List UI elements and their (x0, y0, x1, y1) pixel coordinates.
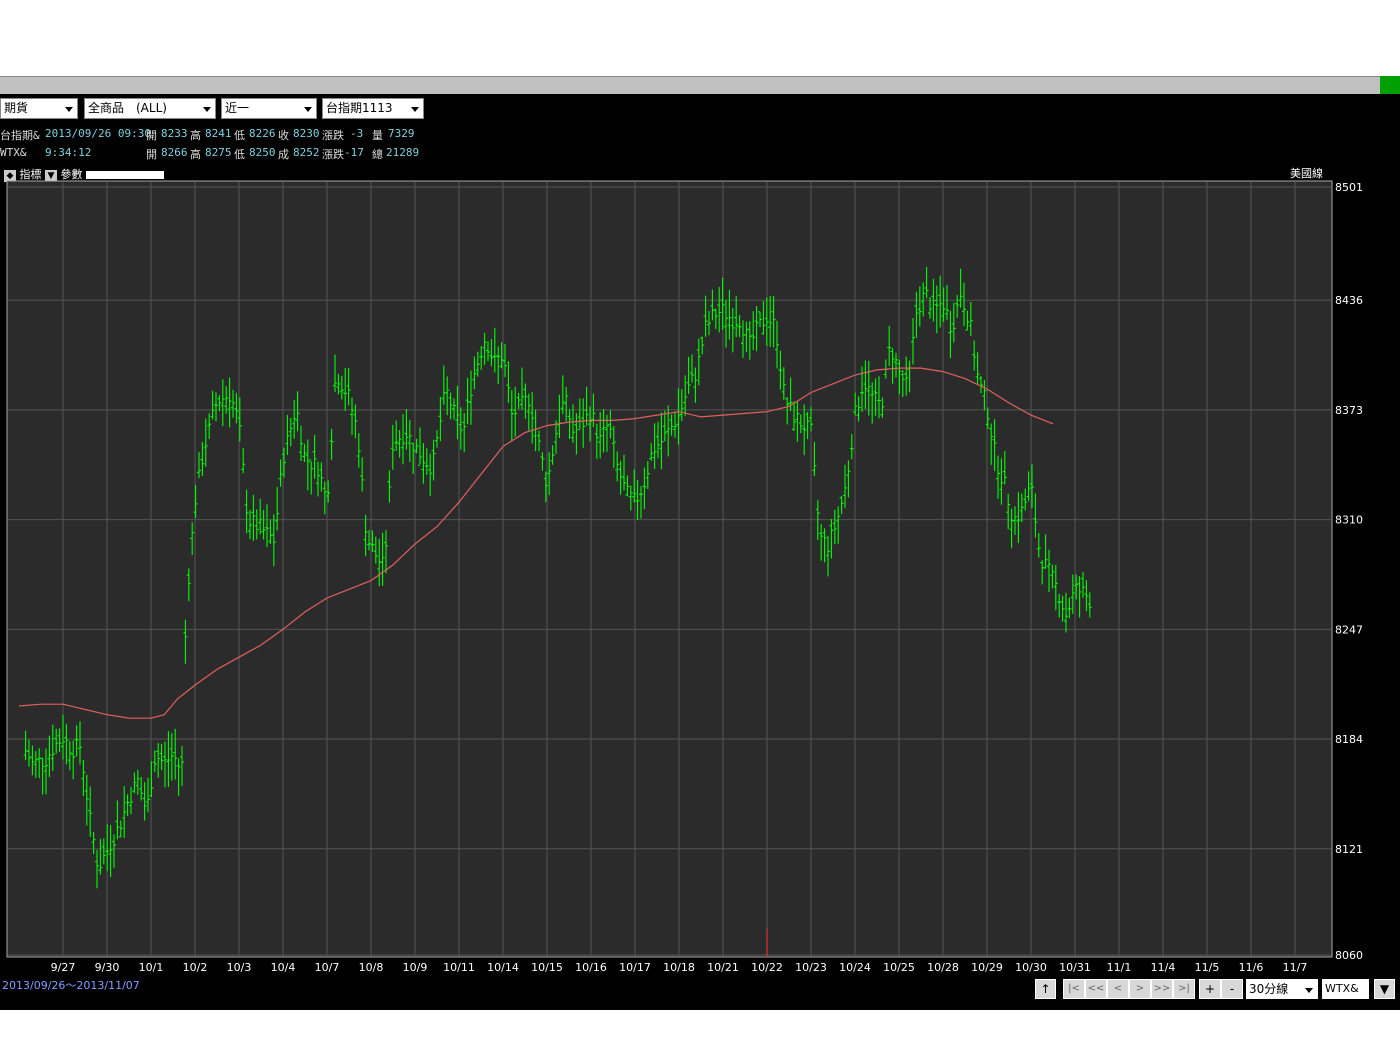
chart-style-label: 美國線 (1290, 166, 1323, 180)
x-tick-label: 10/4 (271, 961, 296, 974)
x-tick-label: 10/23 (795, 961, 827, 974)
x-tick-label: 10/8 (359, 961, 384, 974)
x-tick-label: 11/1 (1107, 961, 1132, 974)
y-tick-label: 8310 (1335, 514, 1363, 527)
x-axis-labels: 9/27 9/30 10/1 10/2 10/3 10/4 10/7 10/8 10/9 10/1… (51, 961, 1308, 974)
window-title-bar (0, 76, 1400, 95)
x-tick-label: 11/6 (1239, 961, 1264, 974)
x-tick-label: 9/27 (51, 961, 76, 974)
x-tick-label: 10/1 (139, 961, 164, 974)
ohlc-chart: 8501 8436 8373 8310 8247 8184 8121 8060 9/27 9/3… (2, 166, 1363, 992)
prev-page-button[interactable]: << (1085, 979, 1107, 999)
interval-select[interactable]: 30分線 (1246, 979, 1318, 999)
chevron-down-icon (1305, 988, 1313, 993)
x-tick-label: 9/30 (95, 961, 120, 974)
x-tick-label: 10/22 (751, 961, 783, 974)
x-tick-label: 10/16 (575, 961, 607, 974)
y-tick-label: 8436 (1335, 294, 1363, 307)
x-tick-label: 10/17 (619, 961, 651, 974)
next-page-button[interactable]: >> (1151, 979, 1173, 999)
x-tick-label: 10/7 (315, 961, 340, 974)
menu-down-button[interactable]: ▼ (1374, 979, 1395, 999)
zoom-in-button[interactable]: + (1199, 979, 1221, 999)
x-tick-label: 11/7 (1283, 961, 1308, 974)
x-tick-label: 10/9 (403, 961, 428, 974)
x-tick-label: 10/28 (927, 961, 959, 974)
first-button[interactable]: |< (1063, 979, 1085, 999)
x-tick-label: 10/15 (531, 961, 563, 974)
x-tick-label: 10/18 (663, 961, 695, 974)
symbol-input[interactable]: WTX& (1322, 979, 1369, 999)
prev-button[interactable]: < (1107, 979, 1129, 999)
interval-value: 30分線 (1249, 982, 1289, 996)
x-tick-label: 10/24 (839, 961, 871, 974)
grid-icon[interactable] (1380, 76, 1400, 94)
y-tick-label: 8184 (1335, 733, 1363, 746)
x-tick-label: 10/2 (183, 961, 208, 974)
chart-window: 期貨 全商品 (ALL) 近一 台指期1113 台指期& 2013/09/26 … (0, 94, 1400, 1010)
x-tick-label: 10/25 (883, 961, 915, 974)
y-tick-label: 8501 (1335, 181, 1363, 194)
y-tick-label: 8373 (1335, 404, 1363, 417)
x-tick-label: 10/29 (971, 961, 1003, 974)
x-tick-label: 10/11 (443, 961, 475, 974)
last-button[interactable]: >| (1173, 979, 1195, 999)
x-tick-label: 10/30 (1015, 961, 1047, 974)
zoom-out-button[interactable]: - (1221, 979, 1243, 999)
next-button[interactable]: > (1129, 979, 1151, 999)
up-arrow-button[interactable]: ↑ (1035, 979, 1056, 999)
y-tick-label: 8121 (1335, 843, 1363, 856)
x-tick-label: 10/31 (1059, 961, 1091, 974)
x-tick-label: 10/3 (227, 961, 252, 974)
x-tick-label: 11/5 (1195, 961, 1220, 974)
date-range: 2013/09/26～2013/11/07 (2, 979, 140, 992)
y-axis-labels: 8501 8436 8373 8310 8247 8184 8121 8060 (1335, 181, 1363, 962)
y-tick-label: 8247 (1335, 623, 1363, 636)
y-tick-label: 8060 (1335, 949, 1363, 962)
plot-area (6, 180, 1333, 958)
x-tick-label: 10/21 (707, 961, 739, 974)
x-tick-label: 10/14 (487, 961, 519, 974)
x-tick-label: 11/4 (1151, 961, 1176, 974)
